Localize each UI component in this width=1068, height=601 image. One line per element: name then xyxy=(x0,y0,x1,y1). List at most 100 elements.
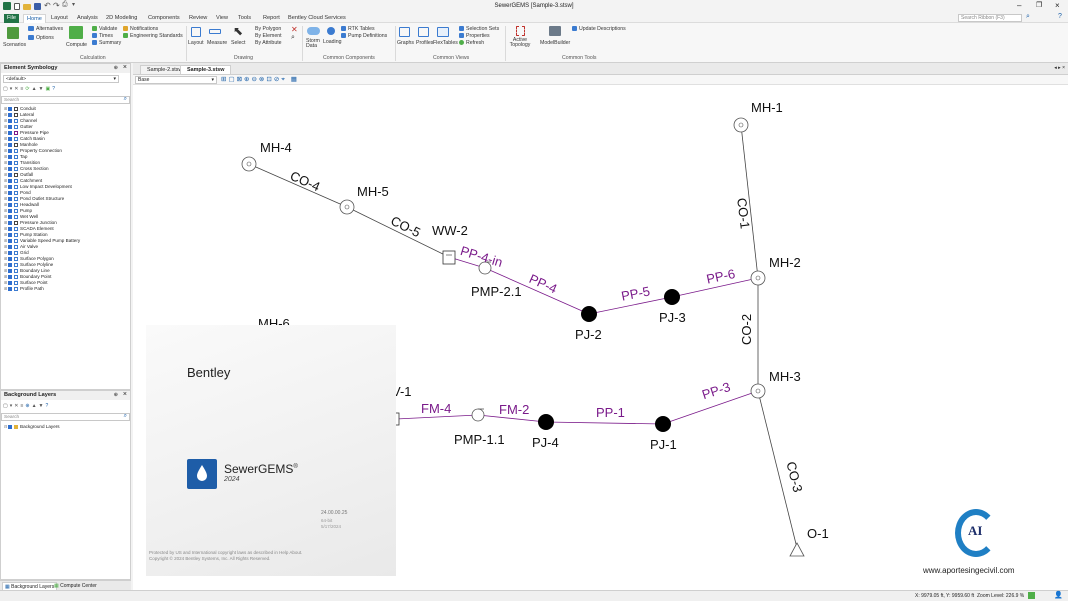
refresh-button[interactable]: Refresh xyxy=(466,40,484,46)
close-panel-icon[interactable]: × xyxy=(123,64,127,71)
checkbox[interactable] xyxy=(8,424,12,429)
symbology-item[interactable]: ⊞ Profile Path xyxy=(4,286,44,292)
checkbox[interactable] xyxy=(8,112,12,117)
scenarios-icon[interactable] xyxy=(7,27,19,39)
pressure-junction-pj-4[interactable] xyxy=(538,414,554,430)
compute-icon[interactable] xyxy=(69,26,83,39)
tab-bentley-cloud-services[interactable]: Bentley Cloud Services xyxy=(285,14,349,23)
checkbox[interactable] xyxy=(8,208,12,213)
checkbox[interactable] xyxy=(8,232,12,237)
tab-2d-modeling[interactable]: 2D Modeling xyxy=(103,14,140,23)
loading-button[interactable]: Loading xyxy=(323,39,341,45)
add-icon[interactable]: ▢▾ xyxy=(3,403,14,409)
properties-button[interactable]: Properties xyxy=(466,33,490,39)
checkbox[interactable] xyxy=(8,106,12,111)
checkbox[interactable] xyxy=(8,274,12,279)
doc-tab-sample-3[interactable]: Sample-3.stsw xyxy=(180,65,232,74)
delete-icon[interactable]: ✕ xyxy=(291,25,298,34)
checkbox[interactable] xyxy=(8,202,12,207)
pressure-junction-pj-2[interactable] xyxy=(581,306,597,322)
validate-button[interactable]: Validate xyxy=(99,26,117,32)
layout-icon[interactable] xyxy=(191,27,201,37)
checkbox[interactable] xyxy=(8,136,12,141)
close-panel-icon[interactable]: × xyxy=(123,391,127,398)
active-topology-button[interactable]: Active Topology xyxy=(508,37,532,48)
selection-sets-button[interactable]: Selection Sets xyxy=(466,26,499,32)
tab-scroll-icon[interactable]: ◂ ▸ × xyxy=(1054,65,1065,71)
pump-definitions-button[interactable]: Pump Definitions xyxy=(348,33,387,39)
checkbox[interactable] xyxy=(8,190,12,195)
checkbox[interactable] xyxy=(8,160,12,165)
maximize-button[interactable]: ❐ xyxy=(1036,1,1042,9)
modelbuilder-button[interactable]: ModelBuilder xyxy=(540,40,570,46)
tab-home[interactable]: Home xyxy=(23,14,46,23)
checkbox[interactable] xyxy=(8,196,12,201)
checkbox[interactable] xyxy=(8,262,12,267)
checkbox[interactable] xyxy=(8,148,12,153)
tab-analysis[interactable]: Analysis xyxy=(74,14,101,23)
find-icon[interactable]: ⌕ xyxy=(291,34,295,42)
checkbox[interactable] xyxy=(8,286,12,291)
graphs-icon[interactable] xyxy=(399,27,410,37)
by-attribute-button[interactable]: By Attribute xyxy=(255,40,282,46)
by-element-button[interactable]: By Element xyxy=(255,33,282,39)
up-icon[interactable]: ▲ xyxy=(32,86,39,92)
tab-report[interactable]: Report xyxy=(260,14,283,23)
pump-pmp-1-1[interactable] xyxy=(471,408,485,422)
compute-button[interactable]: Compute xyxy=(66,42,87,48)
checkbox[interactable] xyxy=(8,268,12,273)
checkbox[interactable] xyxy=(8,220,12,225)
checkbox[interactable] xyxy=(8,256,12,261)
by-polygon-button[interactable]: By Polygon xyxy=(255,26,281,32)
manhole-mh-3[interactable] xyxy=(750,383,766,399)
graphs-button[interactable]: Graphs xyxy=(397,40,414,46)
minimize-button[interactable]: – xyxy=(1017,1,1021,10)
checkbox[interactable] xyxy=(8,118,12,123)
checkbox[interactable] xyxy=(8,130,12,135)
tab-file[interactable]: File xyxy=(4,14,20,23)
status-green-icon[interactable] xyxy=(1028,592,1035,599)
search-input[interactable]: Search ⌕ xyxy=(1,413,130,421)
wet-well-ww-2[interactable] xyxy=(442,250,456,265)
help-icon[interactable]: ? xyxy=(45,403,50,409)
storm-data-button[interactable]: Storm Data xyxy=(306,38,320,49)
background-layers-item[interactable]: ⊟ Background Layers xyxy=(4,424,60,430)
tab-tools[interactable]: Tools xyxy=(235,14,254,23)
pin-icon[interactable]: ⊕ xyxy=(114,392,118,398)
help-icon[interactable]: ? xyxy=(1058,13,1062,20)
up-icon[interactable]: ▲ xyxy=(32,403,39,409)
checkbox[interactable] xyxy=(8,142,12,147)
alternatives-button[interactable]: Alternatives xyxy=(36,26,63,32)
summary-button[interactable]: Summary xyxy=(99,40,121,46)
flextables-icon[interactable] xyxy=(437,27,449,37)
flextables-button[interactable]: FlexTables xyxy=(433,40,458,46)
outfall-o-1[interactable] xyxy=(789,542,805,557)
checkbox[interactable] xyxy=(8,124,12,129)
tab-compute-center[interactable]: ▦ Compute Center xyxy=(52,582,99,590)
manhole-mh-5[interactable] xyxy=(339,199,355,215)
profiles-button[interactable]: Profiles xyxy=(416,40,433,46)
layout-button[interactable]: Layout xyxy=(188,40,204,46)
checkbox[interactable] xyxy=(8,214,12,219)
loading-icon[interactable] xyxy=(327,27,335,35)
checkbox[interactable] xyxy=(8,184,12,189)
checkbox[interactable] xyxy=(8,154,12,159)
select-button[interactable]: Select xyxy=(231,40,245,46)
manhole-mh-4[interactable] xyxy=(241,156,257,172)
checkbox[interactable] xyxy=(8,172,12,177)
close-button[interactable]: × xyxy=(1055,1,1060,10)
pressure-pipe-pp-1[interactable] xyxy=(545,421,664,425)
profiles-icon[interactable] xyxy=(418,27,429,37)
symbology-dropdown[interactable]: <default> ▾ xyxy=(3,75,119,83)
checkbox[interactable] xyxy=(8,178,12,183)
search-input[interactable]: Search ⌕ xyxy=(1,96,130,104)
select-arrow-icon[interactable]: ⬉ xyxy=(233,24,243,38)
checkbox[interactable] xyxy=(8,166,12,171)
add-icon[interactable]: ▢▾ xyxy=(3,86,14,92)
manhole-mh-2[interactable] xyxy=(750,270,766,286)
tab-components[interactable]: Components xyxy=(145,14,183,23)
active-topology-icon[interactable] xyxy=(516,26,525,36)
storm-data-icon[interactable] xyxy=(307,27,320,35)
pin-icon[interactable]: ⊕ xyxy=(114,65,118,71)
times-button[interactable]: Times xyxy=(99,33,113,39)
